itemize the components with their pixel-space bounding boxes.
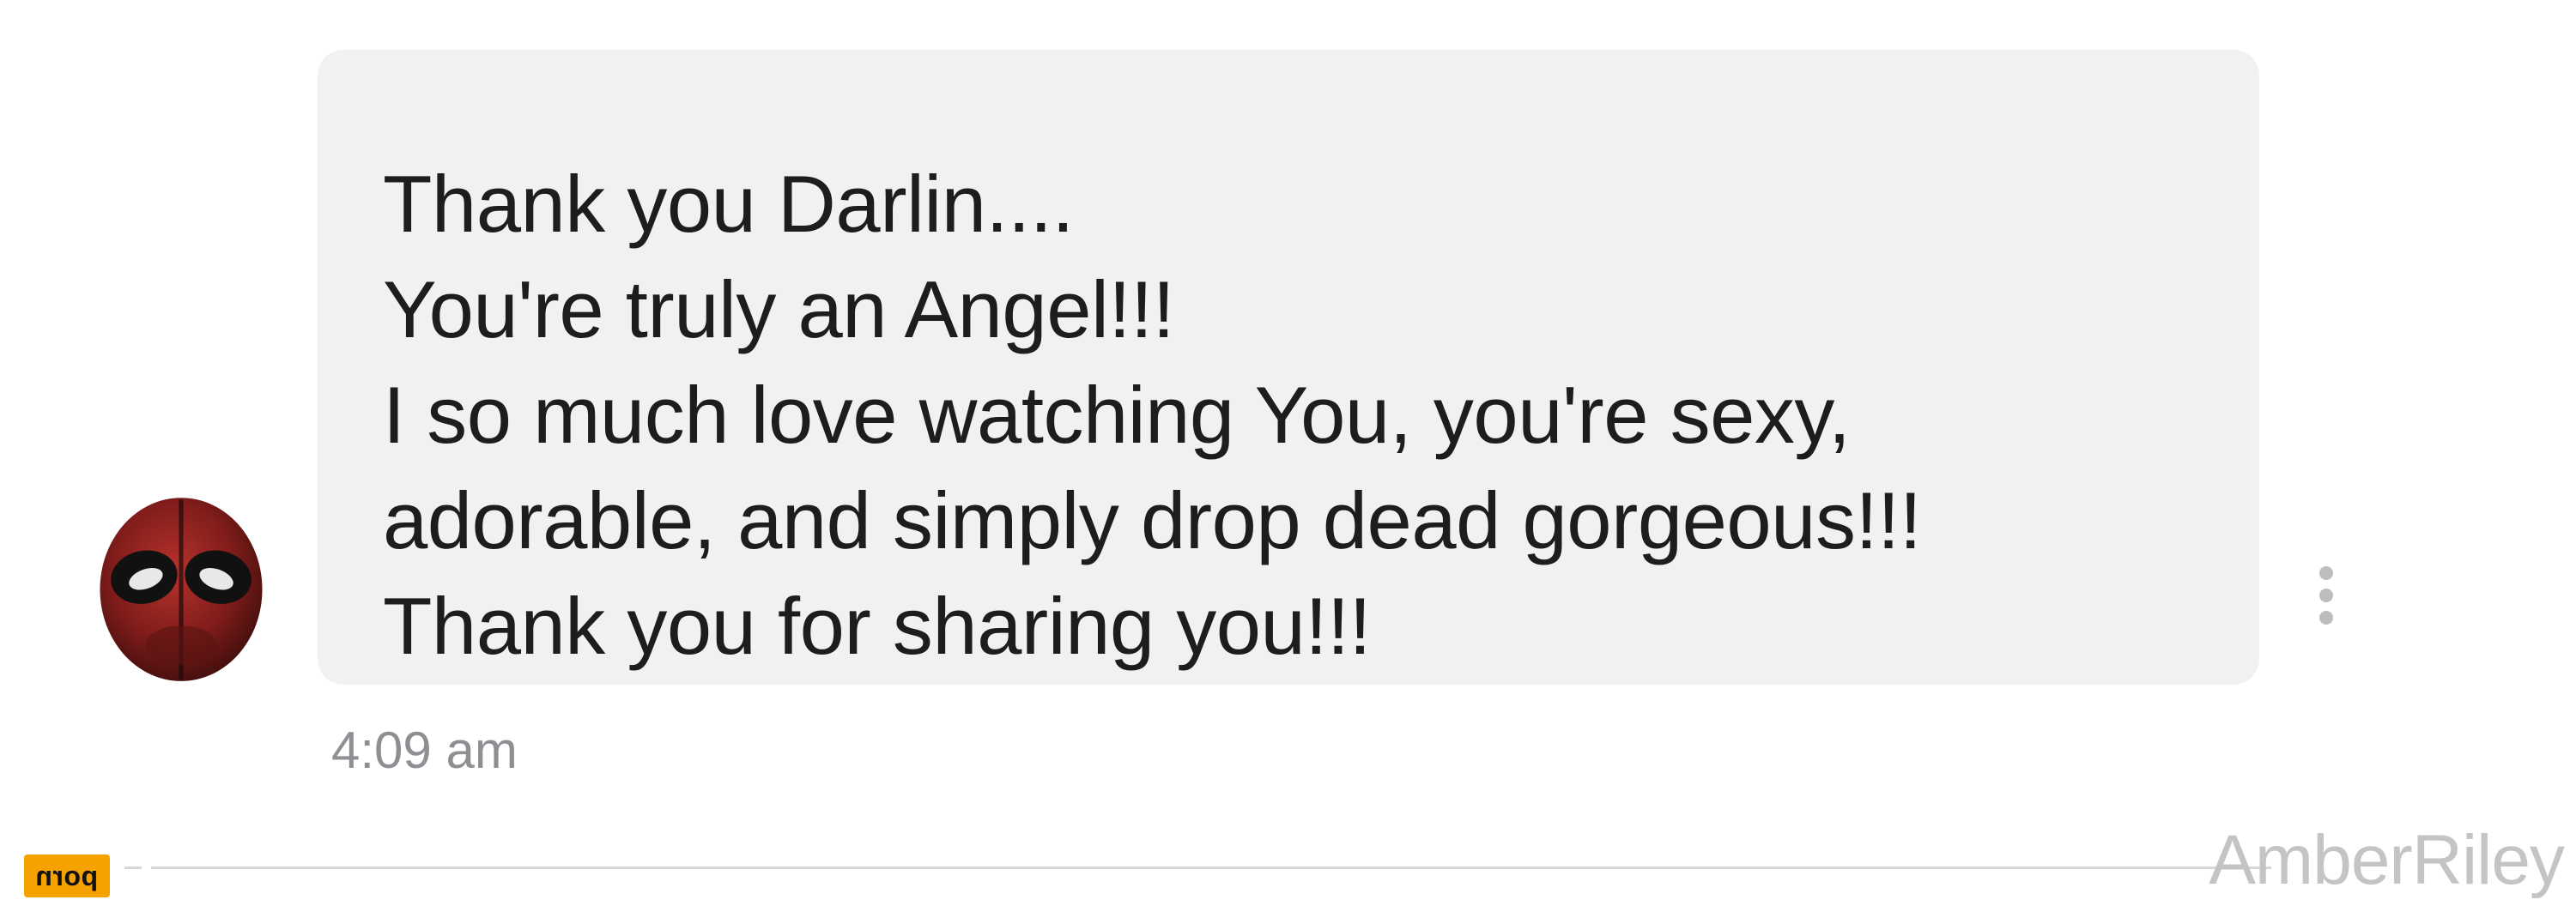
more-options-button[interactable]: [2309, 561, 2343, 630]
masked-hero-avatar-icon: [93, 491, 270, 685]
message-line: I so much love watching You, you're sexy…: [383, 370, 1851, 460]
watermark-logo-text: porn: [35, 860, 99, 891]
watermark-text: AmberRiley: [2209, 821, 2565, 899]
message-line: You're truly an Angel!!!: [383, 264, 1175, 354]
divider: [124, 867, 142, 869]
message-line: Thank you for sharing you!!!: [383, 581, 1372, 671]
message-line: adorable, and simply drop dead gorgeous!…: [383, 475, 1922, 565]
message-bubble[interactable]: Thank you Darlin.... You're truly an Ang…: [318, 50, 2259, 685]
divider: [151, 867, 2271, 869]
message-line: Thank you Darlin....: [383, 159, 1075, 249]
sender-avatar[interactable]: [93, 491, 270, 685]
watermark-logo-badge: porn: [24, 855, 110, 897]
more-vertical-icon: [2319, 566, 2333, 625]
message-timestamp: 4:09 am: [331, 722, 518, 779]
